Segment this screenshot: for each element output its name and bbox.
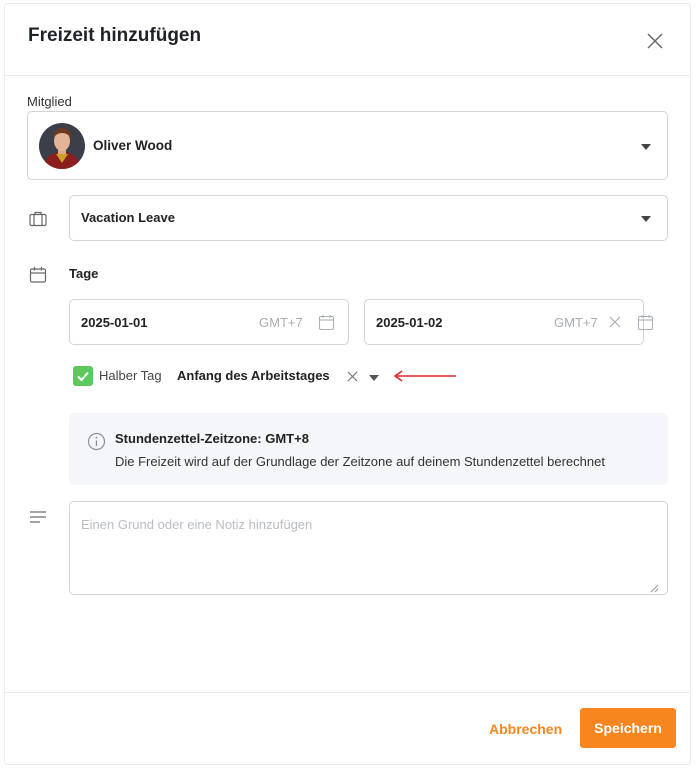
info-title: Stundenzettel-Zeitzone: GMT+8 [115,431,309,446]
half-day-label: Halber Tag [99,368,162,383]
dialog-footer: Abbrechen Speichern [5,692,690,764]
leave-type-value: Vacation Leave [81,210,175,225]
member-name: Oliver Wood [93,138,173,153]
end-date-field[interactable]: 2025-01-02 GMT+7 [364,299,654,345]
end-date-value: 2025-01-02 [376,315,443,330]
half-day-checkbox[interactable] [73,366,93,386]
close-icon[interactable] [646,32,664,50]
start-date-value: 2025-01-01 [81,315,148,330]
clear-icon[interactable] [347,371,358,382]
note-textarea[interactable] [69,501,668,595]
leave-type-select[interactable]: Vacation Leave [69,195,668,241]
clear-icon[interactable] [609,316,621,328]
days-label: Tage [69,266,99,281]
calendar-icon [29,267,47,283]
avatar [39,123,85,169]
calendar-icon[interactable] [637,314,654,331]
save-button[interactable]: Speichern [580,708,676,748]
cancel-button[interactable]: Abbrechen [479,709,572,749]
briefcase-icon [29,211,47,227]
end-date-timezone: GMT+7 [554,315,598,330]
caret-down-icon[interactable] [641,216,651,222]
member-select[interactable]: Oliver Wood [27,111,668,180]
info-text: Die Freizeit wird auf der Grundlage der … [115,454,605,469]
start-date-field[interactable]: 2025-01-01 GMT+7 [69,299,349,345]
add-time-off-dialog: Freizeit hinzufügen Mitglied Oliver Wood [4,3,691,765]
lines-icon [30,511,46,523]
dialog-title: Freizeit hinzufügen [28,25,202,46]
check-icon [77,371,89,382]
info-icon [87,432,106,451]
resize-grip-icon[interactable] [649,583,659,593]
start-date-timezone: GMT+7 [259,315,303,330]
dialog-header: Freizeit hinzufügen [5,4,690,76]
member-label: Mitglied [27,94,72,109]
annotation-arrow-icon [393,370,456,382]
calendar-icon[interactable] [318,314,335,331]
caret-down-icon[interactable] [641,144,651,150]
half-day-select[interactable]: Anfang des Arbeitstages [177,368,330,383]
timesheet-timezone-info: Stundenzettel-Zeitzone: GMT+8 Die Freize… [69,413,668,485]
caret-down-icon[interactable] [369,375,379,381]
